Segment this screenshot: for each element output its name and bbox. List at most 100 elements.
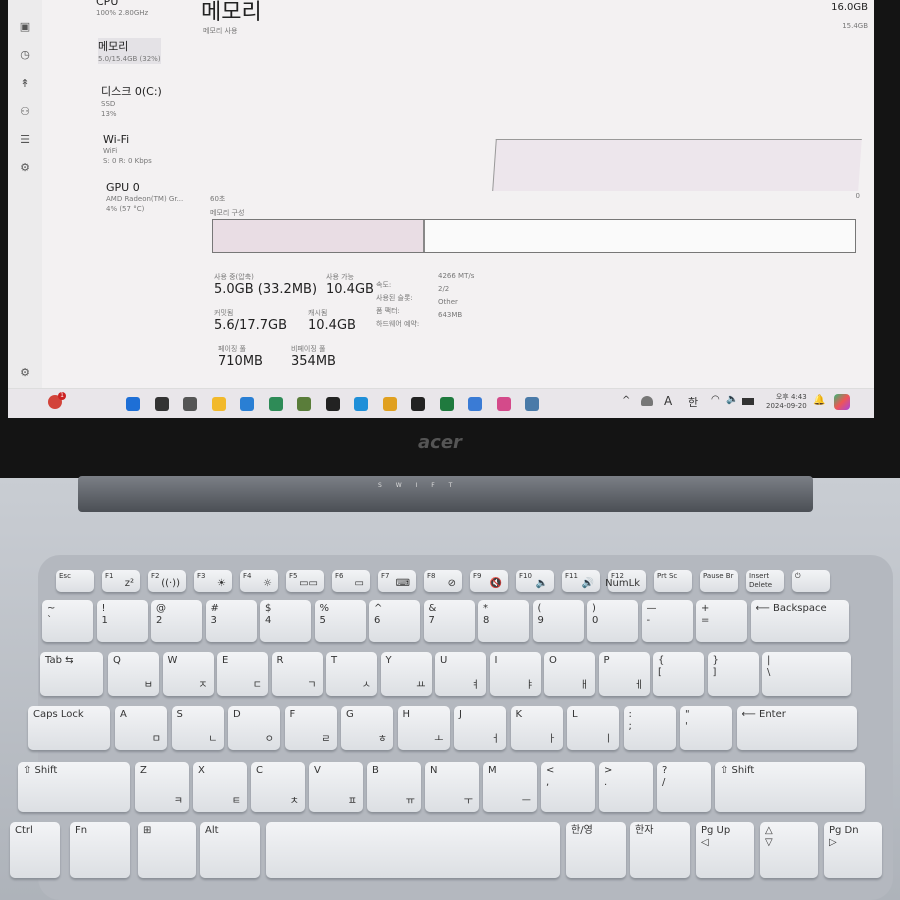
ime-mode[interactable]: 한: [688, 394, 698, 410]
key--shift[interactable]: ⇧ Shift: [715, 762, 865, 812]
task-manager-icon[interactable]: [525, 397, 539, 411]
key-f3[interactable]: F3 ☀: [194, 570, 232, 592]
key--9[interactable]: ( 9: [532, 600, 584, 642]
key-한자[interactable]: 한자: [630, 822, 690, 878]
key--[interactable]: | \: [762, 652, 851, 696]
key-j[interactable]: Jㅓ: [454, 706, 506, 750]
key-d[interactable]: Dㅇ: [228, 706, 280, 750]
key-insert-delete[interactable]: Insert Delete: [746, 570, 784, 592]
key-caps-lock[interactable]: Caps Lock: [28, 706, 110, 750]
key-f12[interactable]: F12 NumLk: [605, 570, 646, 592]
key-한영[interactable]: 한/영: [566, 822, 626, 878]
key-f5[interactable]: F5 ▭▭: [286, 570, 324, 592]
copilot-icon[interactable]: [834, 394, 850, 410]
key-m[interactable]: Mㅡ: [483, 762, 537, 812]
key-f9[interactable]: F9 🔇: [470, 570, 508, 592]
wifi-icon[interactable]: ◠: [711, 394, 720, 405]
process-cpu[interactable]: CPU 100% 2.80GHz: [96, 0, 148, 18]
key--[interactable]: : ;: [623, 706, 676, 750]
key-x[interactable]: Xㅌ: [193, 762, 247, 812]
key-f2[interactable]: F2 ((·)): [148, 570, 186, 592]
start-icon[interactable]: [126, 397, 140, 411]
notion-icon[interactable]: [325, 397, 340, 411]
key--8[interactable]: * 8: [478, 600, 529, 642]
app-icon[interactable]: [268, 397, 283, 411]
key-s[interactable]: Sㄴ: [171, 706, 224, 750]
key--[interactable]: ~ `: [42, 600, 93, 642]
file-explorer-icon[interactable]: [211, 397, 226, 411]
key---[interactable]: — -: [641, 600, 693, 642]
edge-icon[interactable]: [354, 397, 368, 411]
key-f7[interactable]: F7 ⌨: [378, 570, 416, 592]
key-v[interactable]: Vㅍ: [309, 762, 363, 812]
key-k[interactable]: Kㅏ: [510, 706, 563, 750]
process-disk[interactable]: 디스크 0(C:) SSD 13%: [101, 83, 162, 119]
key-f8[interactable]: F8 ⊘: [424, 570, 462, 592]
history-icon[interactable]: ◷: [18, 48, 32, 62]
key-a[interactable]: Aㅁ: [115, 706, 167, 750]
key-prt-sc[interactable]: Prt Sc: [654, 570, 692, 592]
key--[interactable]: < ,: [541, 762, 595, 812]
notes-icon[interactable]: [297, 397, 311, 411]
settings-icon[interactable]: ⚙: [18, 366, 32, 380]
key--7[interactable]: & 7: [423, 600, 475, 642]
users-icon[interactable]: ⚇: [18, 105, 32, 119]
key-t[interactable]: Tㅅ: [326, 652, 377, 696]
terminal-icon[interactable]: [411, 397, 425, 411]
key-f[interactable]: Fㄹ: [284, 706, 337, 750]
key-f1[interactable]: F1 z²: [102, 570, 140, 592]
key-tab-[interactable]: Tab ⇆: [40, 652, 103, 696]
key-u[interactable]: Uㅕ: [435, 652, 486, 696]
notepad-icon[interactable]: [468, 397, 482, 411]
startup-icon[interactable]: ↟: [18, 77, 32, 91]
key-key-row5-2[interactable]: ⊞: [138, 822, 196, 878]
itunes-icon[interactable]: [496, 397, 511, 411]
key--shift[interactable]: ⇧ Shift: [18, 762, 130, 812]
performance-icon[interactable]: ▣: [18, 20, 32, 34]
key--0[interactable]: ) 0: [587, 600, 638, 642]
key-f11[interactable]: F11 🔊: [562, 570, 600, 592]
key--[interactable]: { [: [653, 652, 704, 696]
key-g[interactable]: Gㅎ: [341, 706, 393, 750]
key-esc[interactable]: Esc: [56, 570, 94, 592]
key-f10[interactable]: F10 🔈: [516, 570, 554, 592]
key-q[interactable]: Qㅂ: [108, 652, 159, 696]
key-space[interactable]: [266, 822, 560, 878]
key--[interactable]: " ': [680, 706, 732, 750]
key--[interactable]: + =: [696, 600, 747, 642]
key-e[interactable]: Eㄷ: [217, 652, 268, 696]
input-language[interactable]: A: [664, 394, 672, 408]
key-alt[interactable]: Alt: [200, 822, 260, 878]
key--3[interactable]: # 3: [205, 600, 257, 642]
key-fn[interactable]: Fn: [70, 822, 130, 878]
notification-bell-icon[interactable]: 🔔: [813, 395, 825, 406]
key-c[interactable]: Cㅊ: [251, 762, 305, 812]
key--[interactable]: } ]: [707, 652, 759, 696]
key-o[interactable]: Oㅐ: [544, 652, 595, 696]
volume-icon[interactable]: 🔈: [726, 394, 738, 405]
key-p[interactable]: Pㅔ: [598, 652, 650, 696]
process-wifi[interactable]: Wi-Fi WiFi S: 0 R: 0 Kbps: [103, 133, 152, 166]
task-view-icon[interactable]: [183, 397, 197, 411]
key--[interactable]: ? /: [657, 762, 711, 812]
clock[interactable]: 오후 4:43 2024-09-20: [766, 392, 807, 410]
search-icon[interactable]: [154, 397, 169, 411]
key--backspace[interactable]: ⟵ Backspace: [750, 600, 849, 642]
key--[interactable]: > .: [599, 762, 653, 812]
key-f6[interactable]: F6 ▭: [332, 570, 370, 592]
key-pg-up-[interactable]: Pg Up ◁: [696, 822, 754, 878]
weather-icon[interactable]: [641, 396, 653, 406]
excel-icon[interactable]: [439, 397, 454, 411]
tray-overflow-icon[interactable]: ^: [622, 395, 630, 406]
key-l[interactable]: Lㅣ: [567, 706, 619, 750]
key--4[interactable]: $ 4: [260, 600, 311, 642]
key-b[interactable]: Bㅠ: [367, 762, 421, 812]
key-y[interactable]: Yㅛ: [380, 652, 432, 696]
store-icon[interactable]: [240, 397, 254, 411]
key-i[interactable]: Iㅑ: [489, 652, 541, 696]
key-ctrl[interactable]: Ctrl: [10, 822, 60, 878]
key-w[interactable]: Wㅈ: [162, 652, 214, 696]
battery-icon[interactable]: [742, 398, 754, 405]
key--1[interactable]: ! 1: [96, 600, 148, 642]
key--[interactable]: △ ▽: [760, 822, 818, 878]
